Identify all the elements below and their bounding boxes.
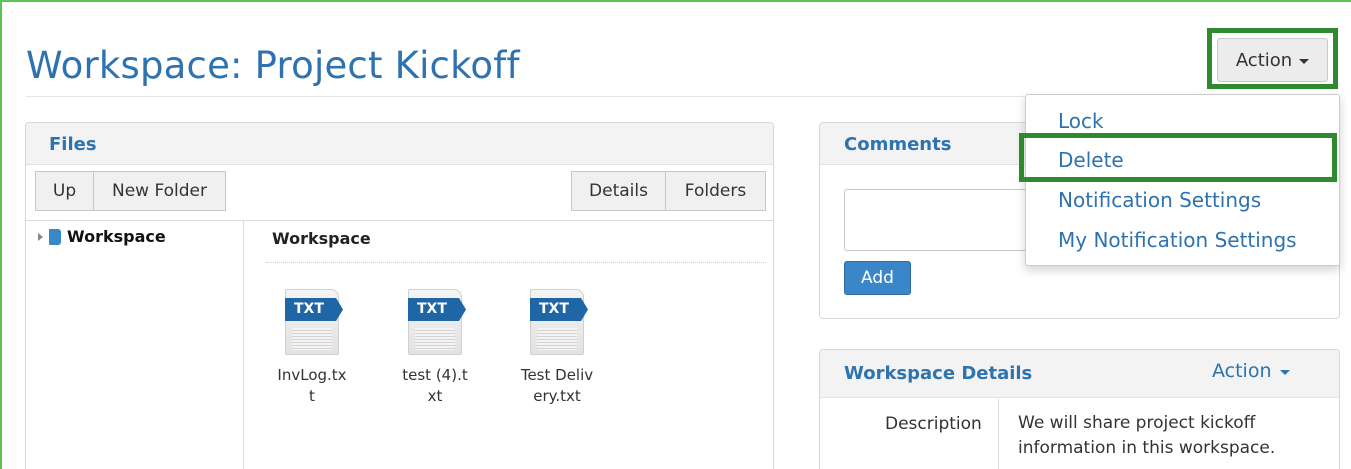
menu-item-lock[interactable]: Lock [1058,109,1104,133]
txt-file-icon: TXT [408,289,466,355]
details-view-button[interactable]: Details [571,171,666,211]
files-panel-title: Files [49,134,97,155]
workspace-details-title: Workspace Details [844,363,1033,384]
new-folder-button[interactable]: New Folder [93,171,226,211]
files-panel: Files Up New Folder Details Folders Work… [25,122,774,469]
tree-item-label: Workspace [67,227,166,246]
folders-view-button-label: Folders [684,181,747,201]
tree-item-workspace[interactable]: Workspace [38,227,166,246]
details-view-button-label: Details [589,181,648,201]
details-action-label: Action [1212,360,1272,382]
file-name: test (4).txt [402,366,468,405]
menu-item-notification-settings[interactable]: Notification Settings [1058,188,1261,212]
up-button-label: Up [52,181,77,201]
folders-view-button[interactable]: Folders [665,171,766,211]
file-type-tag: TXT [408,298,466,321]
tree-expand-icon[interactable] [38,232,43,241]
files-panel-header: Files [26,123,773,165]
page-title: Workspace: Project Kickoff [26,44,520,87]
up-button[interactable]: Up [35,171,94,211]
file-item[interactable]: TXT InvLog.txt [267,289,357,407]
tree-divider [243,221,244,469]
toolbar-divider [26,220,773,221]
action-button-highlight [1207,28,1338,89]
add-comment-button-label: Add [861,268,894,288]
delete-item-highlight [1019,133,1337,182]
comments-panel-title: Comments [844,134,952,155]
file-type-tag: TXT [285,298,343,321]
txt-file-icon: TXT [530,289,588,355]
breadcrumb: Workspace [272,229,371,248]
description-label: Description [885,414,982,434]
caret-down-icon [1279,370,1290,375]
workspace-details-panel: Workspace Details Action Description We … [819,349,1340,469]
menu-item-my-notification-settings[interactable]: My Notification Settings [1058,228,1297,252]
comment-input[interactable] [844,189,1044,251]
breadcrumb-divider [266,262,766,263]
description-value: We will share project kickoff informatio… [1018,413,1276,458]
details-action-dropdown[interactable]: Action [1212,360,1290,382]
txt-file-icon: TXT [285,289,343,355]
file-name: InvLog.txt [277,366,347,405]
file-type-tag: TXT [530,298,588,321]
folder-icon [49,228,61,245]
new-folder-button-label: New Folder [111,181,208,201]
file-item[interactable]: TXT test (4).txt [390,289,480,407]
file-item[interactable]: TXT Test Delivery.txt [512,289,602,407]
file-name: Test Delivery.txt [520,366,594,405]
description-divider [998,399,999,469]
workspace-details-header: Workspace Details Action [820,350,1339,398]
add-comment-button[interactable]: Add [844,261,911,295]
